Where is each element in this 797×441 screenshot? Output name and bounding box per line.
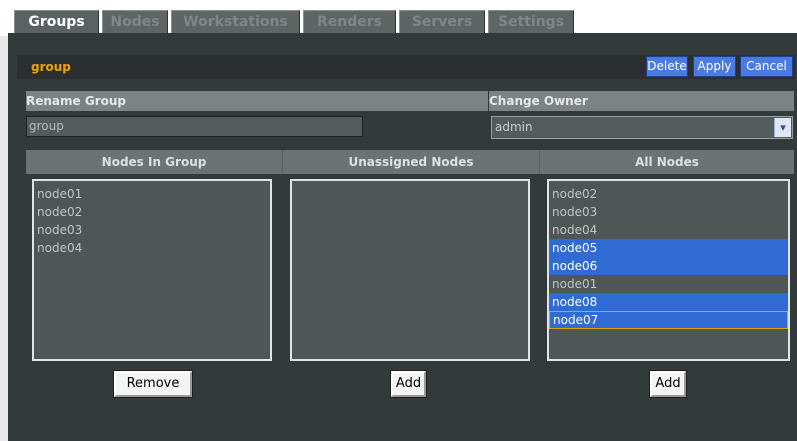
- list-item[interactable]: node04: [549, 221, 788, 239]
- remove-button[interactable]: Remove: [113, 370, 193, 398]
- list-item[interactable]: node04: [34, 239, 270, 257]
- list-item[interactable]: node03: [549, 203, 788, 221]
- tab-nodes[interactable]: Nodes: [102, 10, 168, 33]
- owner-selected-value: admin: [495, 120, 533, 134]
- tab-settings[interactable]: Settings: [488, 10, 574, 33]
- cancel-button[interactable]: Cancel: [740, 56, 793, 77]
- unassigned-nodes-header: Unassigned Nodes: [283, 150, 540, 174]
- nodes-in-group-header: Nodes In Group: [26, 150, 283, 174]
- chevron-down-icon[interactable]: ▾: [774, 118, 791, 137]
- list-item-focused[interactable]: node07: [549, 311, 788, 329]
- all-nodes-list[interactable]: node02 node03 node04 node05 node06 node0…: [547, 179, 790, 361]
- tab-bar: Groups Nodes Workstations Renders Server…: [0, 0, 797, 36]
- tab-groups[interactable]: Groups: [14, 10, 99, 33]
- all-nodes-header: All Nodes: [540, 150, 794, 174]
- delete-button[interactable]: Delete: [646, 56, 688, 77]
- list-item[interactable]: node03: [34, 221, 270, 239]
- tab-renders[interactable]: Renders: [303, 10, 396, 33]
- apply-button[interactable]: Apply: [693, 56, 736, 77]
- list-item[interactable]: node01: [549, 275, 788, 293]
- list-item-selected[interactable]: node05: [549, 239, 788, 257]
- rename-group-input[interactable]: group: [26, 116, 363, 137]
- change-owner-label: Change Owner: [489, 91, 794, 111]
- nodes-in-group-list[interactable]: node01 node02 node03 node04: [32, 179, 272, 361]
- add-unassigned-button[interactable]: Add: [390, 370, 427, 398]
- rename-group-label: Rename Group: [26, 91, 488, 111]
- change-owner-select[interactable]: admin ▾: [491, 116, 793, 139]
- list-item-selected[interactable]: node08: [549, 293, 788, 311]
- list-item[interactable]: node02: [549, 185, 788, 203]
- unassigned-nodes-list[interactable]: [290, 179, 530, 361]
- list-item-selected[interactable]: node06: [549, 257, 788, 275]
- add-all-nodes-button[interactable]: Add: [649, 370, 687, 398]
- list-item[interactable]: node01: [34, 185, 270, 203]
- group-title: group: [31, 60, 71, 74]
- list-item[interactable]: node02: [34, 203, 270, 221]
- tab-workstations[interactable]: Workstations: [171, 10, 300, 33]
- tab-servers[interactable]: Servers: [399, 10, 485, 33]
